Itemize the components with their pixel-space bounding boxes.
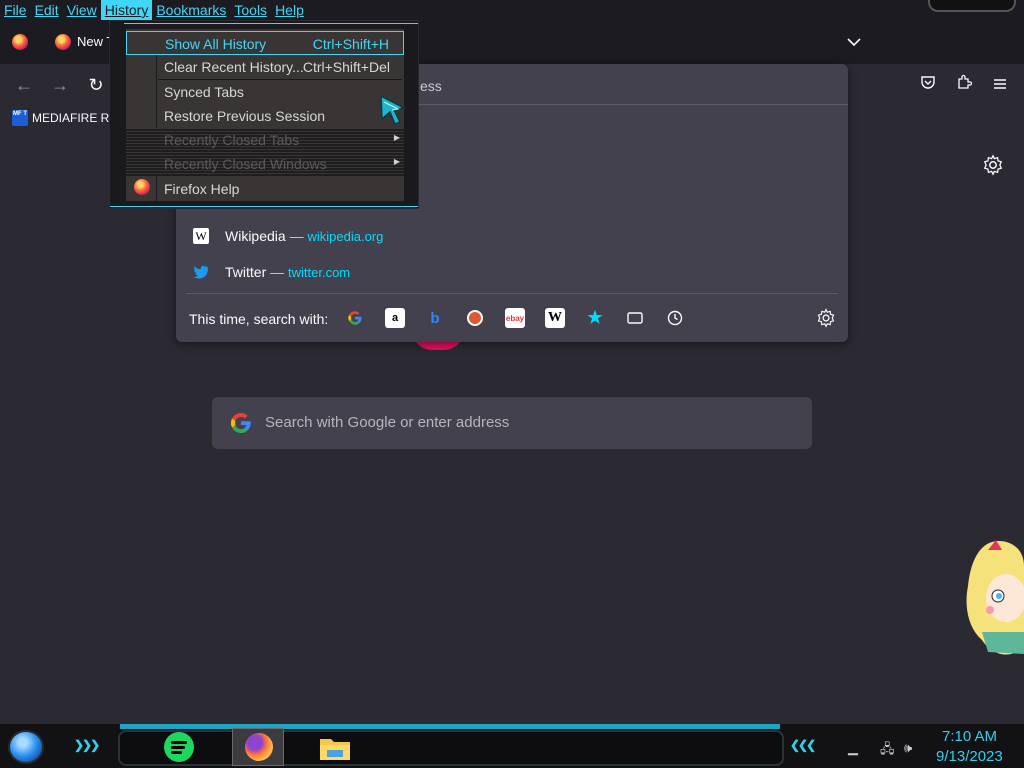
spotify-icon[interactable] [164,732,194,762]
google-icon[interactable] [345,308,365,328]
taskbar-frame [118,730,784,766]
extensions-icon[interactable] [952,73,976,95]
google-icon [230,412,251,434]
duckduckgo-icon[interactable] [465,308,485,328]
menuitem-show-all-history[interactable]: Show All History Ctrl+Shift+H [126,31,404,55]
tabs-icon[interactable] [625,308,645,328]
menu-edit[interactable]: Edit [31,0,63,20]
mediafire-icon: MF T [12,110,28,126]
menu-bookmarks[interactable]: Bookmarks [152,0,230,20]
menu-icon[interactable] [988,73,1012,95]
menuitem-clear-recent-history[interactable]: Clear Recent History... Ctrl+Shift+Del [126,55,404,79]
divider [186,293,838,294]
menuitem-recently-closed-tabs[interactable]: Recently Closed Tabs ▶ [126,128,404,152]
clock-date[interactable]: 9/13/2023 [936,748,1003,765]
suggestion-title: Wikipedia [225,228,286,244]
desktop-screen: File Edit View History Bookmarks Tools H… [0,0,1024,768]
menuitem-label: Recently Closed Tabs [164,132,300,148]
firefox-icon [134,179,150,195]
bing-icon[interactable]: b [425,308,445,328]
menuitem-firefox-help[interactable]: Firefox Help [126,177,404,201]
chevrons-decoration-icon: ❯❯❯ [74,738,100,752]
bookmark-mediafire[interactable]: MEDIAFIRE RO [32,111,119,125]
menuitem-label: Restore Previous Session [164,108,326,124]
menuitem-synced-tabs[interactable]: Synced Tabs [126,80,404,104]
tray-overflow-icon[interactable]: ▁ [848,740,858,756]
menuitem-recently-closed-windows[interactable]: Recently Closed Windows ▶ [126,152,404,176]
submenu-arrow-icon: ▶ [393,133,400,142]
menuitem-label: Show All History [165,36,267,52]
wikipedia-icon: W [193,228,209,244]
clock-time[interactable]: 7:10 AM [942,728,997,745]
gear-icon[interactable] [982,154,1004,176]
menu-view[interactable]: View [63,0,101,20]
menuitem-label: Firefox Help [164,181,240,197]
menu-tools[interactable]: Tools [230,0,271,20]
start-button[interactable] [8,730,44,764]
suggestion-url: twitter.com [288,265,351,280]
window-frame-decoration [928,0,1016,12]
suggestion-dash: — [270,264,285,280]
chevron-down-icon[interactable] [842,31,866,53]
volume-icon[interactable]: 🕪 [904,740,912,756]
suggestion-twitter[interactable]: Twitter — twitter.com [176,257,848,287]
cursor-icon [380,94,407,125]
forward-arrow-icon[interactable]: → [48,74,72,96]
menuitem-shortcut: Ctrl+Shift+H [312,36,389,52]
menuitem-restore-previous-session[interactable]: Restore Previous Session [126,104,404,128]
history-menu: Show All History Ctrl+Shift+H Clear Rece… [109,20,419,209]
back-arrow-icon[interactable]: ← [12,74,36,96]
ebay-icon[interactable]: ebay [505,308,525,328]
chevrons-decoration-icon: ❮❮❮ [790,738,816,752]
reload-icon[interactable]: ↻ [84,74,108,96]
twitter-icon [193,264,209,280]
bookmarks-star-icon[interactable]: ★ [585,308,605,328]
menu-border [124,23,418,24]
urlbar-input[interactable]: ess [420,78,442,94]
menuitem-shortcut: Ctrl+Shift+Del [302,59,390,75]
suggestion-url: wikipedia.org [307,229,384,244]
gear-icon[interactable] [816,308,836,328]
desktop-character-image [966,540,1024,655]
suggestion-title: Twitter [225,264,267,280]
wikipedia-icon[interactable]: W [545,308,565,328]
network-icon[interactable]: 🖧 [880,740,895,762]
menu-file[interactable]: File [0,0,31,20]
tab-favicon-icon [55,34,71,50]
newtab-search-box[interactable]: Search with Google or enter address [212,397,812,449]
taskbar-accent-strip [120,724,780,729]
submenu-arrow-icon: ▶ [393,157,400,166]
menuitem-label: Recently Closed Windows [164,156,327,172]
firefox-icon [245,733,273,761]
menu-bar: File Edit View History Bookmarks Tools H… [0,0,1024,20]
search-with-label: This time, search with: [189,311,329,327]
suggestion-dash: — [289,228,304,244]
taskbar-firefox-button[interactable] [232,728,284,766]
pocket-icon[interactable] [916,73,940,95]
file-explorer-icon[interactable] [318,734,352,762]
menuitem-label: Clear Recent History... [164,59,304,75]
search-placeholder: Search with Google or enter address [265,414,510,431]
menuitem-label: Synced Tabs [164,84,244,100]
history-clock-icon[interactable] [665,308,685,328]
suggestion-wikipedia[interactable]: W Wikipedia — wikipedia.org [176,221,848,251]
amazon-icon[interactable]: a [385,308,405,328]
menu-history[interactable]: History [100,0,153,20]
firefox-view-icon[interactable] [12,34,28,50]
menu-border [110,206,418,207]
menu-help[interactable]: Help [271,0,308,20]
